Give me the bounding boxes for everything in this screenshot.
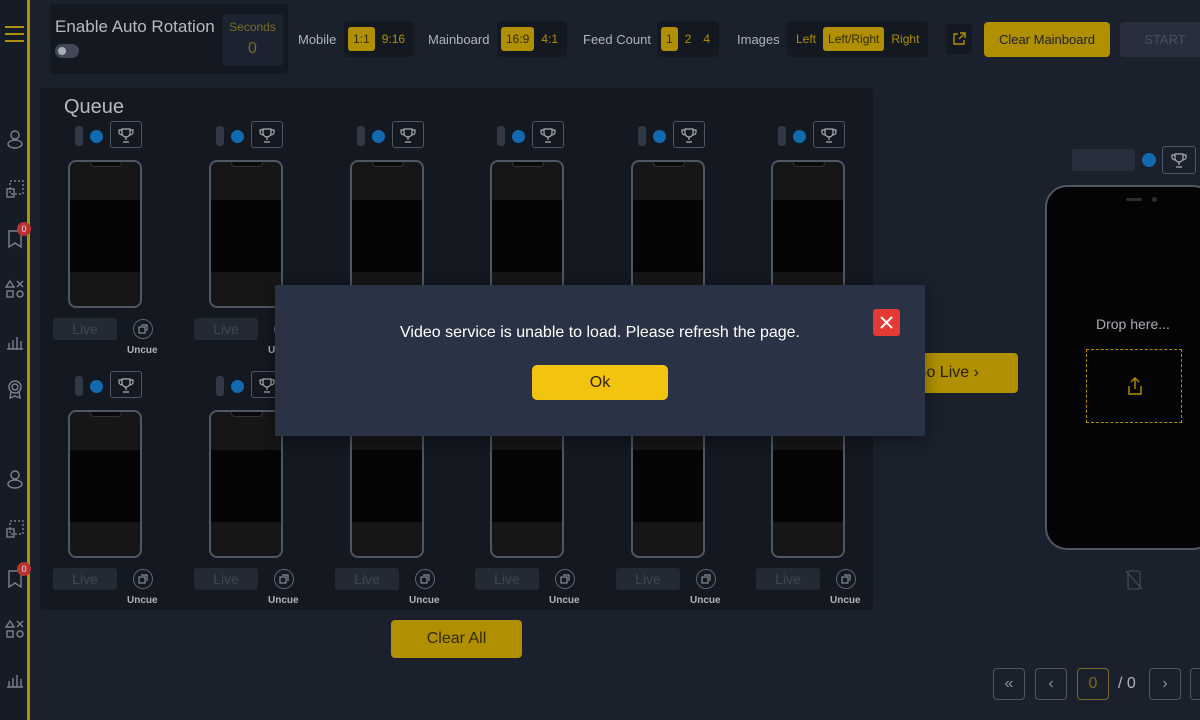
error-message: Video service is unable to load. Please … [400,324,800,341]
close-button[interactable] [873,309,900,336]
close-icon [880,316,893,329]
ok-button[interactable]: Ok [532,365,668,400]
error-dialog: Video service is unable to load. Please … [275,285,925,436]
